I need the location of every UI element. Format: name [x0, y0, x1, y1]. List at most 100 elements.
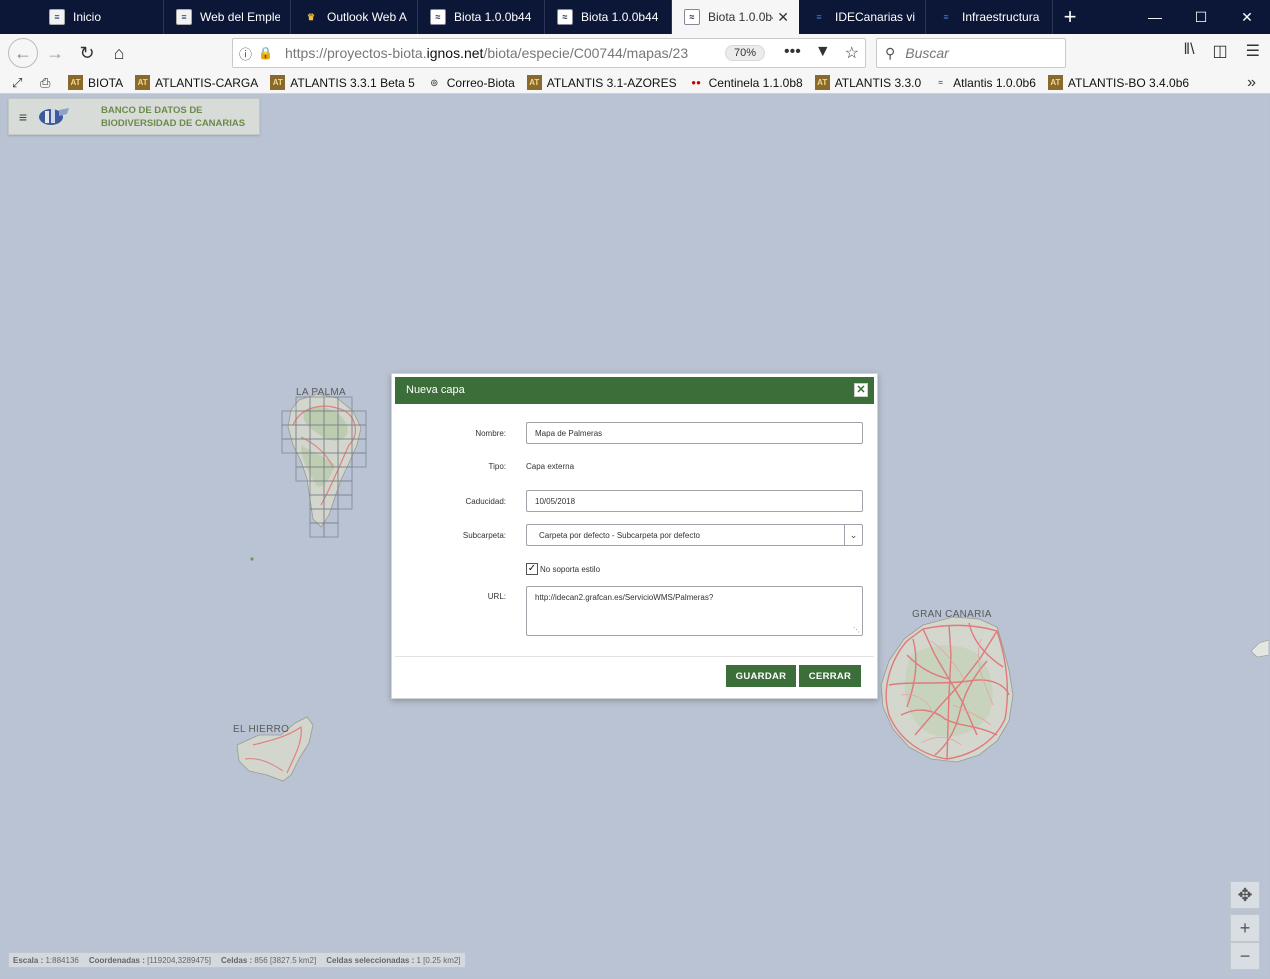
- map-point: [250, 557, 254, 561]
- bookmark-label: Centinela 1.1.0b8: [708, 75, 803, 90]
- fullscreen-icon[interactable]: ⤢: [12, 75, 30, 91]
- url-textarea[interactable]: http://idecan2.grafcan.es/ServicioWMS/Pa…: [526, 586, 863, 636]
- tab-label: Biota 1.0.0b44: [581, 10, 659, 24]
- chevron-down-icon[interactable]: ⌄: [844, 525, 862, 545]
- bookmark-item[interactable]: ◎ Correo-Biota: [427, 75, 515, 90]
- bookmark-star-icon[interactable]: ☆: [845, 43, 859, 63]
- tab-0[interactable]: ≡ Inicio: [37, 0, 164, 34]
- outlook-icon: ♛: [306, 11, 316, 22]
- app-title-line1: BANCO DE DATOS DE: [101, 104, 203, 116]
- resize-grip-icon[interactable]: ⋱: [853, 626, 860, 634]
- atlantis-icon: AT: [270, 75, 286, 90]
- bookmarks-overflow-icon[interactable]: »: [1247, 74, 1256, 92]
- atlantis-icon: AT: [68, 75, 83, 90]
- scale-readout: Escala : 1:884136: [13, 955, 79, 965]
- pan-move-icon[interactable]: ✥: [1230, 881, 1260, 909]
- close-window-icon[interactable]: ✕: [1224, 0, 1270, 34]
- tab-6[interactable]: ≡ IDECanarias visor: [799, 0, 926, 34]
- atlantis-icon: AT: [1047, 75, 1063, 90]
- bookmark-item[interactable]: AT ATLANTIS 3.1-AZORES: [526, 75, 677, 90]
- library-icon[interactable]: ‖\: [1183, 41, 1194, 61]
- forward-icon[interactable]: →: [40, 38, 70, 68]
- url-text[interactable]: https://proyectos-biota.ignos.net/biota/…: [285, 45, 715, 61]
- caducidad-date-input[interactable]: 10/05/2018: [526, 490, 863, 512]
- home-icon[interactable]: ⌂: [104, 38, 134, 68]
- no-style-checkbox-label: No soporta estilo: [540, 564, 601, 574]
- atlantis-icon: AT: [526, 75, 542, 90]
- back-icon[interactable]: ←: [8, 38, 38, 68]
- bookmark-label: ATLANTIS 3.1-AZORES: [546, 75, 677, 90]
- idecanarias-icon: ≡: [816, 12, 822, 22]
- pocket-icon[interactable]: ▼: [815, 43, 831, 63]
- dialog-separator: [395, 656, 874, 657]
- dialog-title: Nueva capa: [406, 384, 465, 396]
- reload-icon[interactable]: ↻: [72, 38, 102, 68]
- menu-icon[interactable]: ≡: [9, 109, 37, 125]
- address-bar[interactable]: ⓘ 🔒 https://proyectos-biota.ignos.net/bi…: [232, 38, 866, 68]
- tab-1[interactable]: ≡ Web del Empleado: [164, 0, 291, 34]
- bookmark-item[interactable]: AT ATLANTIS 3.3.0: [814, 75, 921, 90]
- bookmark-item[interactable]: AT ATLANTIS-CARGA: [135, 75, 258, 90]
- canarias-icon: ≡: [49, 9, 65, 25]
- tab-close-icon[interactable]: ✕: [777, 9, 789, 26]
- search-placeholder: Buscar: [905, 45, 949, 61]
- url-label: URL:: [487, 592, 506, 601]
- tab-label: IDECanarias visor: [835, 10, 915, 24]
- coordinates-readout: Coordenadas : [119204,3289475]: [88, 955, 212, 965]
- bookmark-item[interactable]: ≈ Atlantis 1.0.0b6: [933, 75, 1035, 90]
- zoom-out-button[interactable]: −: [1230, 942, 1260, 970]
- gran-canaria-label: GRAN CANARIA: [912, 609, 992, 620]
- biota-icon: ≈: [684, 9, 700, 25]
- bookmark-label: ATLANTIS-CARGA: [155, 75, 259, 90]
- tab-7[interactable]: ≡ Infraestructura de: [926, 0, 1053, 34]
- bookmark-label: ATLANTIS-BO 3.4.0b6: [1067, 75, 1190, 90]
- biota-icon: ≈: [557, 9, 573, 25]
- sidebar-icon[interactable]: ◫: [1213, 41, 1228, 61]
- tab-strip: ≡ Inicio ≡ Web del Empleado ♛ Outlook Web App…: [0, 0, 1270, 34]
- new-layer-dialog: Nueva capa ✕ Nombre: Mapa de Palmeras Ti…: [391, 373, 878, 699]
- idecanarias-icon: ≡: [943, 12, 949, 22]
- grid-cell: [337, 494, 353, 510]
- tab-label: Web del Empleado: [200, 10, 280, 24]
- insecure-lock-icon[interactable]: 🔒: [258, 46, 273, 60]
- tab-3[interactable]: ≈ Biota 1.0.0b44: [418, 0, 545, 34]
- new-tab-button[interactable]: +: [1053, 0, 1087, 34]
- hamburger-menu-icon[interactable]: ☰: [1246, 41, 1260, 61]
- dialog-close-icon[interactable]: ✕: [854, 383, 868, 397]
- selected-cells-readout: Celdas seleccionadas : 1 [0.25 km2]: [326, 955, 461, 965]
- minimize-icon[interactable]: —: [1132, 0, 1178, 34]
- cells-readout: Celdas : 856 [3827.5 km2]: [221, 955, 317, 965]
- zoom-in-button[interactable]: +: [1230, 914, 1260, 942]
- bookmark-item[interactable]: ●● Centinela 1.1.0b8: [689, 75, 803, 90]
- search-icon: ⚲: [885, 44, 896, 61]
- tab-5[interactable]: ≈ Biota 1.0.0b44 ✕: [672, 0, 799, 34]
- bookmark-item[interactable]: AT ATLANTIS-BO 3.4.0b6: [1047, 75, 1190, 90]
- app-header: ≡ BANCO DE DATOS DE BIODIVERSIDAD DE CAN…: [8, 98, 260, 135]
- page-actions-icon[interactable]: •••: [784, 43, 801, 63]
- zoom-level-badge[interactable]: 70%: [724, 45, 765, 61]
- maximize-icon[interactable]: ☐: [1178, 0, 1224, 34]
- caducidad-label: Caducidad:: [465, 496, 506, 506]
- bookmark-label: Correo-Biota: [446, 75, 515, 90]
- tab-4[interactable]: ≈ Biota 1.0.0b44: [545, 0, 672, 34]
- bookmark-label: ATLANTIS 3.3.1 Beta 5: [290, 75, 415, 90]
- tipo-value: Capa externa: [526, 461, 575, 471]
- tab-2[interactable]: ♛ Outlook Web App: [291, 0, 418, 34]
- print-icon[interactable]: ⎙: [40, 75, 58, 91]
- tab-label: Biota 1.0.0b44: [454, 10, 532, 24]
- subcarpeta-select[interactable]: Carpeta por defecto - Subcarpeta por def…: [526, 524, 863, 546]
- close-button[interactable]: CERRAR: [799, 665, 861, 687]
- tab-label: Outlook Web App: [327, 10, 407, 24]
- subcarpeta-row: Subcarpeta: Carpeta por defecto - Subcar…: [392, 524, 879, 546]
- url-row: URL: http://idecan2.grafcan.es/ServicioW…: [392, 586, 879, 636]
- no-style-checkbox[interactable]: ✓: [526, 563, 538, 575]
- grid-cell: [351, 452, 367, 468]
- info-icon[interactable]: ⓘ: [239, 44, 252, 63]
- save-button[interactable]: GUARDAR: [726, 665, 796, 687]
- canarias-icon: ≡: [176, 9, 192, 25]
- nombre-label: Nombre:: [475, 428, 506, 438]
- bookmark-item[interactable]: AT ATLANTIS 3.3.1 Beta 5: [270, 75, 415, 90]
- nombre-input[interactable]: Mapa de Palmeras: [526, 422, 863, 444]
- bookmark-item[interactable]: AT BIOTA: [68, 75, 123, 90]
- search-input[interactable]: ⚲ Buscar: [876, 38, 1066, 68]
